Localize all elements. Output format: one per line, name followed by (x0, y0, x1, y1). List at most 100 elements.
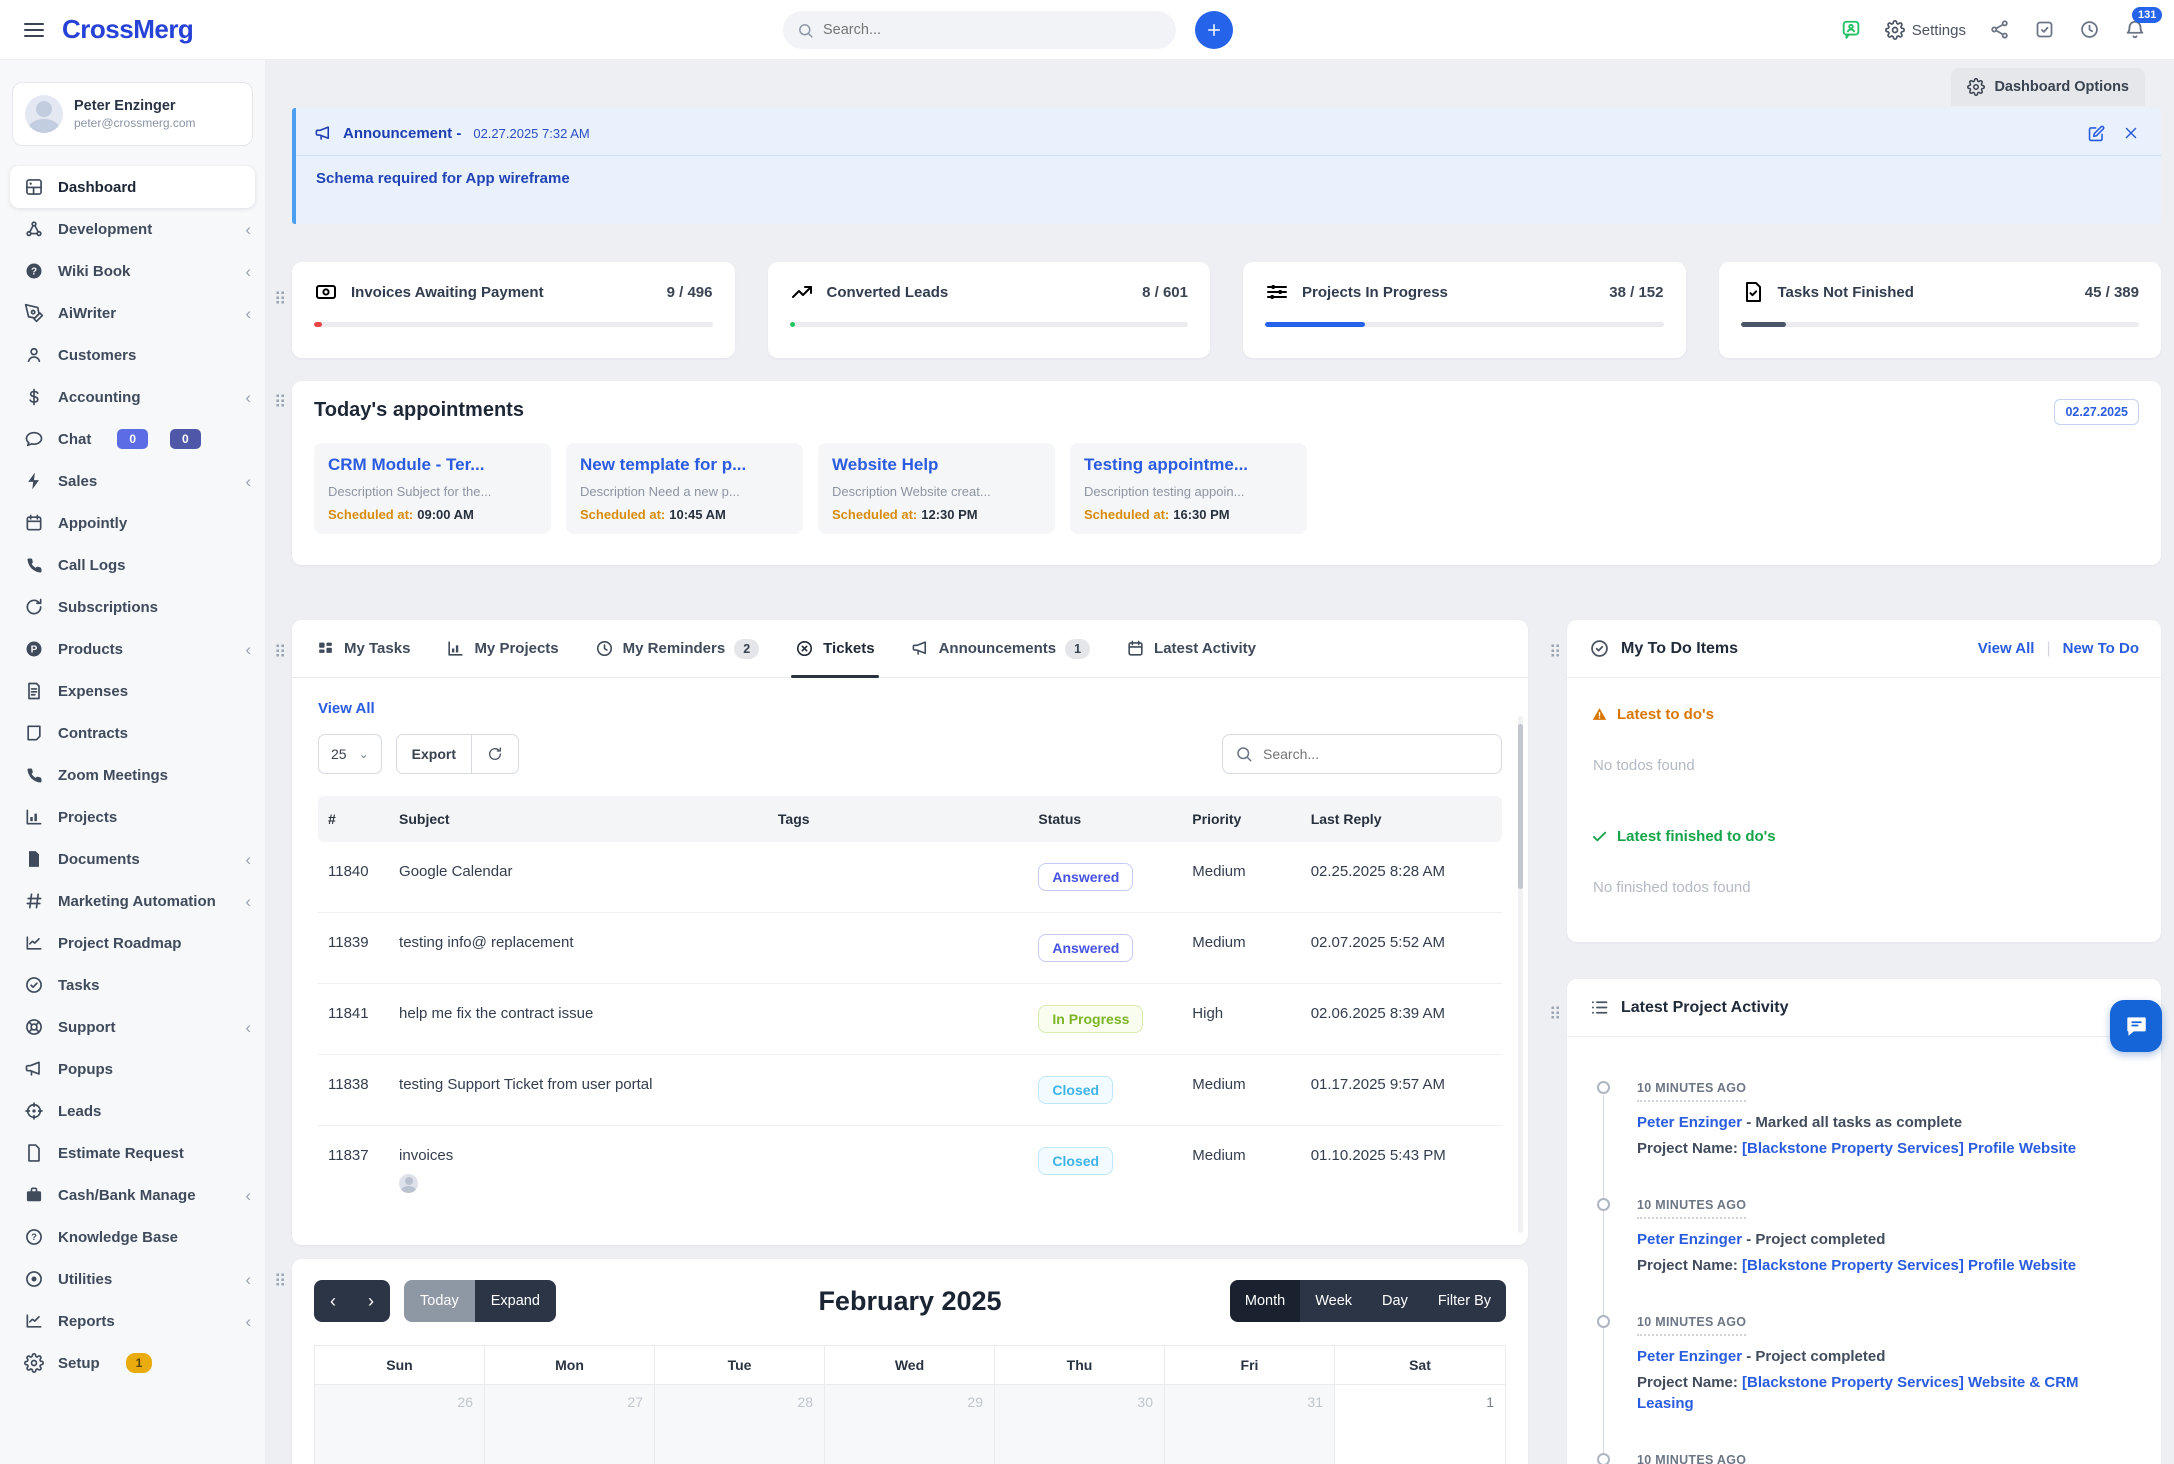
ticket-subject[interactable]: Google Calendar (389, 842, 768, 913)
tab-tickets[interactable]: Tickets (795, 620, 874, 677)
sidebar-item-expenses[interactable]: Expenses (0, 670, 265, 712)
tickets-search-input[interactable] (1263, 746, 1489, 762)
global-search[interactable] (783, 11, 1176, 49)
drag-handle[interactable]: ⠿ (274, 290, 286, 310)
ticket-subject[interactable]: testing info@ replacement (389, 913, 768, 984)
edit-icon[interactable] (2087, 124, 2106, 143)
sidebar-item-chat[interactable]: Chat00 (0, 418, 265, 460)
calendar-day-31[interactable]: 31 (1165, 1384, 1335, 1464)
column-header-[interactable]: # (318, 796, 389, 842)
stat-card-invoices-awaiting-payment[interactable]: Invoices Awaiting Payment9 / 496 (292, 262, 735, 358)
drag-handle[interactable]: ⠿ (274, 393, 286, 413)
sidebar-item-sales[interactable]: Sales‹ (0, 460, 265, 502)
close-icon[interactable] (2122, 124, 2141, 143)
appointment-card[interactable]: Testing appointme...Description testing … (1070, 443, 1307, 534)
tab-my-projects[interactable]: My Projects (446, 620, 558, 677)
todo-view-all-link[interactable]: View All (1978, 640, 2035, 657)
appointments-date-badge[interactable]: 02.27.2025 (2054, 399, 2139, 425)
drag-handle[interactable]: ⠿ (1549, 1005, 1561, 1025)
appointment-title[interactable]: Testing appointme... (1084, 455, 1293, 475)
column-header-tags[interactable]: Tags (768, 796, 1028, 842)
sidebar-item-knowledge-base[interactable]: ?Knowledge Base (0, 1216, 265, 1258)
project-link[interactable]: [Blackstone Property Services] Profile W… (1742, 1140, 2076, 1157)
stat-card-converted-leads[interactable]: Converted Leads8 / 601 (768, 262, 1211, 358)
appointment-card[interactable]: New template for p...Description Need a … (566, 443, 803, 534)
tab-latest-activity[interactable]: Latest Activity (1126, 620, 1256, 677)
new-todo-link[interactable]: New To Do (2063, 640, 2139, 657)
sidebar-item-customers[interactable]: Customers (0, 334, 265, 376)
appointment-title[interactable]: Website Help (832, 455, 1041, 475)
sidebar-item-appointly[interactable]: Appointly (0, 502, 265, 544)
calendar-view-week[interactable]: Week (1300, 1280, 1367, 1322)
calendar-prev-button[interactable]: ‹ (314, 1280, 352, 1322)
sidebar-item-zoom-meetings[interactable]: Zoom Meetings (0, 754, 265, 796)
ticket-row[interactable]: 11837invoicesClosedMedium01.10.2025 5:43… (318, 1126, 1502, 1215)
hamburger-menu-icon[interactable] (22, 18, 46, 42)
sidebar-item-development[interactable]: Development‹ (0, 208, 265, 250)
calendar-today-button[interactable]: Today (404, 1280, 475, 1322)
calendar-day-29[interactable]: 29 (825, 1384, 995, 1464)
sidebar-item-aiwriter[interactable]: AiWriter‹ (0, 292, 265, 334)
column-header-last-reply[interactable]: Last Reply (1301, 796, 1502, 842)
view-all-link[interactable]: View All (318, 700, 375, 717)
sidebar-item-wiki-book[interactable]: ?Wiki Book‹ (0, 250, 265, 292)
app-logo[interactable]: CrossMerg (62, 14, 193, 45)
sidebar-item-project-roadmap[interactable]: Project Roadmap (0, 922, 265, 964)
sidebar-item-products[interactable]: PProducts‹ (0, 628, 265, 670)
ticket-subject[interactable]: help me fix the contract issue (389, 984, 768, 1055)
page-size-select[interactable]: 25⌄ (318, 734, 382, 774)
tickets-search[interactable] (1222, 734, 1502, 774)
sidebar-item-projects[interactable]: Projects (0, 796, 265, 838)
column-header-subject[interactable]: Subject (389, 796, 768, 842)
calendar-day-28[interactable]: 28 (655, 1384, 825, 1464)
sidebar-item-reports[interactable]: Reports‹ (0, 1300, 265, 1342)
export-button[interactable]: Export (397, 735, 471, 773)
scrollbar-thumb[interactable] (1518, 724, 1523, 889)
calendar-next-button[interactable]: › (352, 1280, 390, 1322)
calendar-day-27[interactable]: 27 (485, 1384, 655, 1464)
calendar-day-1[interactable]: 1 (1335, 1384, 1505, 1464)
chat-widget-button[interactable] (2110, 1000, 2162, 1052)
ticket-row[interactable]: 11838testing Support Ticket from user po… (318, 1055, 1502, 1126)
sidebar-item-tasks[interactable]: Tasks (0, 964, 265, 1006)
sidebar-item-documents[interactable]: Documents‹ (0, 838, 265, 880)
sidebar-item-accounting[interactable]: Accounting‹ (0, 376, 265, 418)
appointment-title[interactable]: CRM Module - Ter... (328, 455, 537, 475)
notifications-bell-icon[interactable]: 131 (2124, 19, 2146, 41)
calendar-day-30[interactable]: 30 (995, 1384, 1165, 1464)
ticket-row[interactable]: 11839testing info@ replacementAnsweredMe… (318, 913, 1502, 984)
refresh-button[interactable] (471, 735, 518, 773)
calendar-view-month[interactable]: Month (1230, 1280, 1300, 1322)
sidebar-item-cash-bank-manage[interactable]: Cash/Bank Manage‹ (0, 1174, 265, 1216)
column-header-priority[interactable]: Priority (1182, 796, 1300, 842)
drag-handle[interactable]: ⠿ (274, 1272, 286, 1292)
tab-announcements[interactable]: Announcements1 (911, 620, 1090, 677)
appointment-card[interactable]: CRM Module - Ter...Description Subject f… (314, 443, 551, 534)
sidebar-item-dashboard[interactable]: Dashboard (10, 166, 255, 208)
ticket-row[interactable]: 11841help me fix the contract issueIn Pr… (318, 984, 1502, 1055)
appointment-title[interactable]: New template for p... (580, 455, 789, 475)
ticket-subject[interactable]: testing Support Ticket from user portal (389, 1055, 768, 1126)
calendar-expand-button[interactable]: Expand (475, 1280, 556, 1322)
drag-handle[interactable]: ⠿ (274, 643, 286, 663)
activity-user-link[interactable]: Peter Enzinger (1637, 1348, 1742, 1365)
share-icon[interactable] (1989, 19, 2011, 41)
quick-add-button[interactable] (1195, 11, 1233, 49)
stat-card-tasks-not-finished[interactable]: Tasks Not Finished45 / 389 (1719, 262, 2162, 358)
ticket-subject[interactable]: invoices (389, 1126, 768, 1215)
tasks-check-icon[interactable] (2034, 19, 2056, 41)
support-chat-icon[interactable] (1840, 19, 1862, 41)
sidebar-item-setup[interactable]: Setup1 (0, 1342, 265, 1384)
tab-my-reminders[interactable]: My Reminders2 (595, 620, 760, 677)
calendar-view-day[interactable]: Day (1367, 1280, 1423, 1322)
global-search-input[interactable] (823, 22, 1162, 38)
activity-user-link[interactable]: Peter Enzinger (1637, 1114, 1742, 1131)
sidebar-item-contracts[interactable]: Contracts (0, 712, 265, 754)
column-header-status[interactable]: Status (1028, 796, 1182, 842)
ticket-row[interactable]: 11840Google CalendarAnsweredMedium02.25.… (318, 842, 1502, 913)
sidebar-item-support[interactable]: Support‹ (0, 1006, 265, 1048)
calendar-day-26[interactable]: 26 (315, 1384, 485, 1464)
sidebar-item-utilities[interactable]: Utilities‹ (0, 1258, 265, 1300)
appointment-card[interactable]: Website HelpDescription Website creat...… (818, 443, 1055, 534)
drag-handle[interactable]: ⠿ (1549, 643, 1561, 663)
